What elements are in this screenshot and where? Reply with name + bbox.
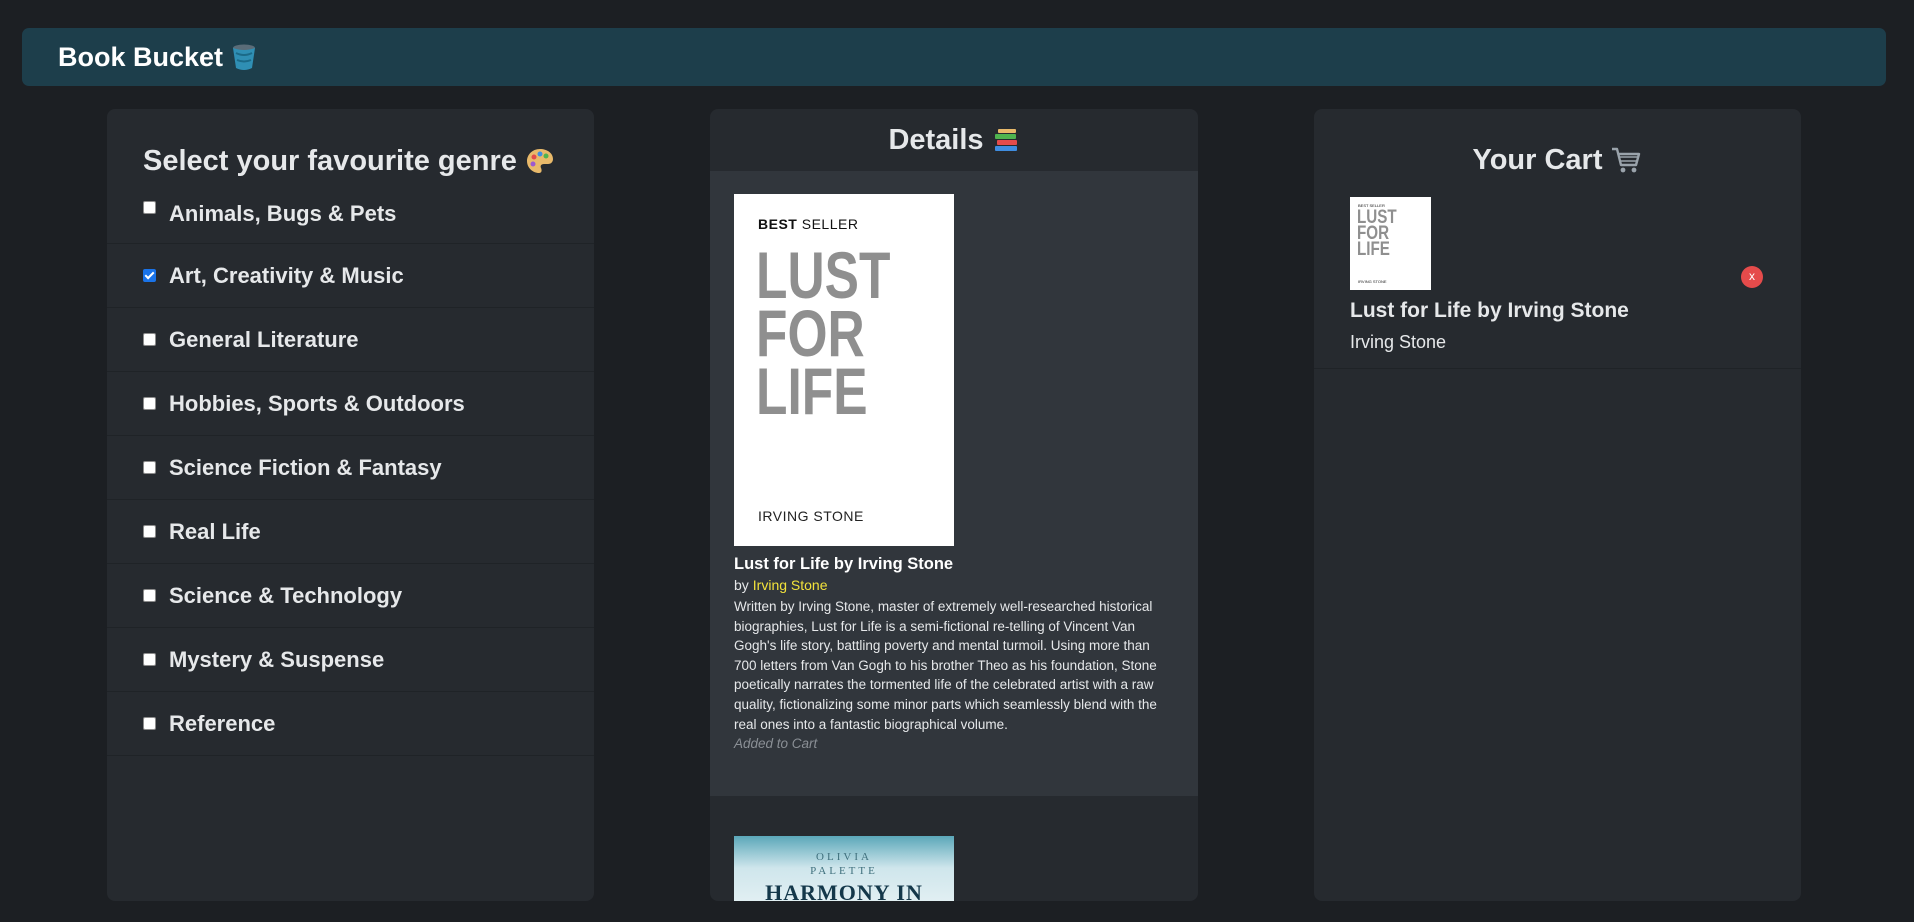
genre-panel: Select your favourite genre Animals, Bug…: [107, 109, 594, 901]
author-link[interactable]: Irving Stone: [753, 577, 828, 593]
next-book-card[interactable]: OLIVIA PALETTE HARMONY IN: [710, 796, 1198, 901]
genre-title-text: Select your favourite genre: [143, 144, 517, 177]
books-icon: [992, 126, 1020, 154]
cover-author: OLIVIA PALETTE: [810, 851, 878, 877]
palette-icon: [525, 147, 555, 175]
book-cover[interactable]: OLIVIA PALETTE HARMONY IN: [734, 836, 954, 901]
shopping-cart-icon: [1610, 145, 1642, 175]
genre-item-real-life[interactable]: Real Life: [107, 500, 594, 564]
genre-checkbox[interactable]: [143, 525, 156, 538]
genre-item-art[interactable]: Art, Creativity & Music: [107, 244, 594, 308]
genre-item-science-tech[interactable]: Science & Technology: [107, 564, 594, 628]
genre-checkbox[interactable]: [143, 397, 156, 410]
genre-checkbox[interactable]: [143, 201, 156, 214]
cover-badge: BEST SELLER: [758, 216, 859, 232]
details-title: Details: [710, 109, 1198, 171]
cart-title-text: Your Cart: [1472, 143, 1603, 176]
genre-label: Mystery & Suspense: [169, 646, 385, 672]
genre-checkbox[interactable]: [143, 653, 156, 666]
book-cover[interactable]: BEST SELLER LUST FOR LIFE IRVING STONE: [734, 194, 954, 546]
cart-title: Your Cart: [1314, 109, 1801, 211]
cart-status-text: Added to Cart: [734, 736, 818, 752]
book-detail-card[interactable]: BEST SELLER LUST FOR LIFE IRVING STONE L…: [710, 171, 1198, 796]
genre-panel-title: Select your favourite genre: [107, 109, 594, 189]
cover-author: IRVING STONE: [758, 508, 864, 524]
genre-item-animals[interactable]: Animals, Bugs & Pets: [107, 192, 594, 244]
genre-checkbox[interactable]: [143, 269, 156, 282]
genre-label: Science Fiction & Fantasy: [169, 454, 442, 480]
cart-item-author: Irving Stone: [1350, 332, 1447, 352]
genre-checkbox[interactable]: [143, 717, 156, 730]
cart-item-title: Lust for Life by Irving Stone: [1350, 299, 1629, 322]
book-description: Written by Irving Stone, master of extre…: [734, 599, 1157, 732]
cart-item[interactable]: BEST SELLER LUST FOR LIFE IRVING STONE x…: [1314, 197, 1801, 369]
brand[interactable]: Book Bucket: [58, 42, 257, 73]
genre-label: Reference: [169, 710, 276, 736]
remove-from-cart-button[interactable]: x: [1741, 266, 1763, 288]
genre-label: General Literature: [169, 326, 359, 352]
top-nav-bar: Book Bucket: [22, 28, 1886, 86]
genre-label: Science & Technology: [169, 582, 403, 608]
genre-label: Real Life: [169, 518, 261, 544]
details-panel[interactable]: Details BEST SELLER LUST FOR LIFE IRVING…: [710, 109, 1198, 901]
genre-item-scifi[interactable]: Science Fiction & Fantasy: [107, 436, 594, 500]
cart-item-thumbnail: BEST SELLER LUST FOR LIFE IRVING STONE: [1350, 197, 1431, 290]
genre-label: Art, Creativity & Music: [169, 262, 404, 288]
genre-label: Hobbies, Sports & Outdoors: [169, 390, 465, 416]
brand-title: Book Bucket: [58, 41, 224, 72]
genre-list: Animals, Bugs & Pets Art, Creativity & M…: [107, 192, 594, 756]
cover-title: HARMONY IN: [765, 880, 923, 901]
genre-item-mystery[interactable]: Mystery & Suspense: [107, 628, 594, 692]
book-title: Lust for Life by Irving Stone: [734, 555, 954, 573]
genre-label: Animals, Bugs & Pets: [169, 201, 397, 226]
book-byline: by Irving Stone: [734, 577, 828, 593]
cover-title: LUST FOR LIFE: [756, 238, 891, 428]
genre-item-general-literature[interactable]: General Literature: [107, 308, 594, 372]
genre-checkbox[interactable]: [143, 589, 156, 602]
genre-checkbox[interactable]: [143, 461, 156, 474]
genre-item-reference[interactable]: Reference: [107, 692, 594, 756]
details-title-text: Details: [888, 123, 984, 156]
cart-panel: Your Cart BEST SELLER LUST FOR LIFE IRVI…: [1314, 109, 1801, 901]
bucket-icon: [231, 43, 257, 71]
genre-item-hobbies[interactable]: Hobbies, Sports & Outdoors: [107, 372, 594, 436]
genre-checkbox[interactable]: [143, 333, 156, 346]
